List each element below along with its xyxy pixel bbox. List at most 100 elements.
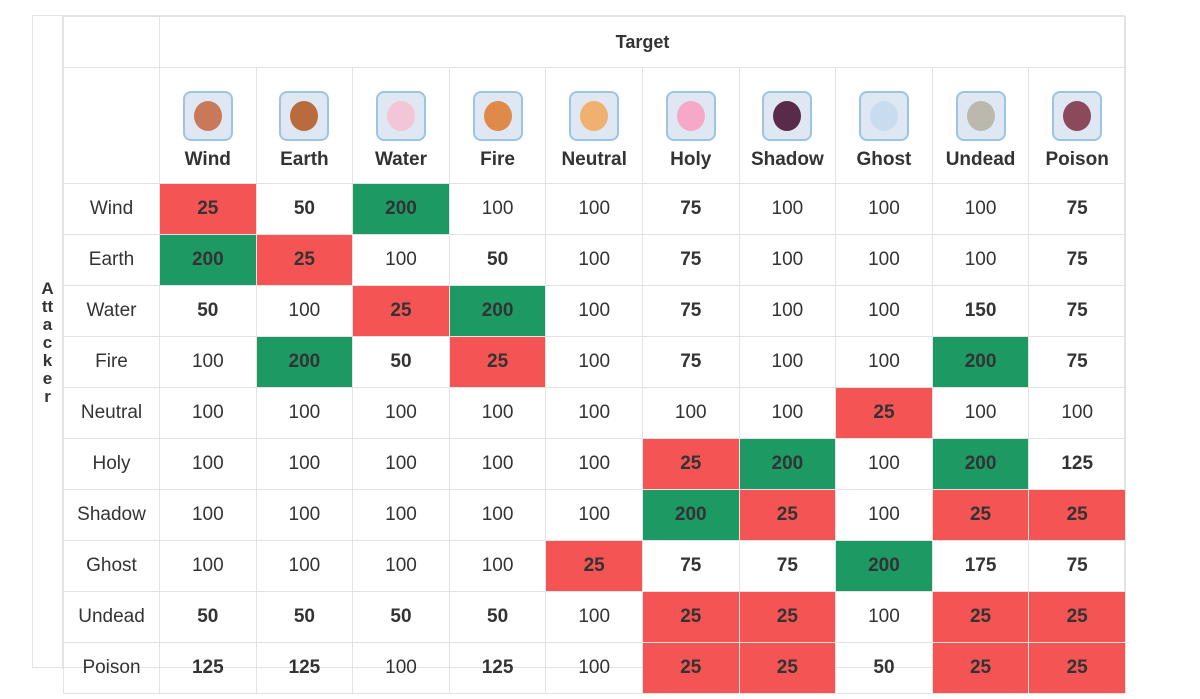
value-cell: 25 bbox=[448, 336, 547, 388]
table-row: Shadow 100 100 100 100 100 200 25 100 25 25 bbox=[63, 489, 1126, 541]
value-cell: 25 bbox=[1028, 489, 1126, 541]
value-cell: 100 bbox=[738, 285, 837, 337]
table-row: Ghost 100 100 100 100 25 75 75 200 175 75 bbox=[63, 540, 1126, 592]
target-axis-label: Target bbox=[159, 16, 1126, 68]
row-header-holy: Holy bbox=[63, 438, 160, 490]
value-cell: 50 bbox=[255, 591, 354, 643]
attacker-axis-label: Attacker bbox=[33, 16, 63, 669]
value-cell: 75 bbox=[641, 234, 740, 286]
value-cell: 125 bbox=[159, 642, 257, 694]
value-cell: 100 bbox=[545, 285, 643, 337]
value-cell: 100 bbox=[448, 438, 547, 490]
value-cell: 100 bbox=[738, 336, 837, 388]
value-cell: 100 bbox=[931, 387, 1030, 439]
value-cell: 25 bbox=[835, 387, 933, 439]
value-cell: 100 bbox=[255, 489, 354, 541]
value-cell: 100 bbox=[738, 387, 837, 439]
value-cell: 25 bbox=[352, 285, 450, 337]
row-header-earth: Earth bbox=[63, 234, 160, 286]
row-header-fire: Fire bbox=[63, 336, 160, 388]
value-cell: 100 bbox=[159, 540, 257, 592]
value-cell: 100 bbox=[545, 336, 643, 388]
value-cell: 100 bbox=[835, 234, 933, 286]
value-cell: 100 bbox=[352, 387, 450, 439]
value-cell: 100 bbox=[835, 336, 933, 388]
value-cell: 100 bbox=[159, 336, 257, 388]
column-label: Ghost bbox=[856, 149, 912, 170]
column-label: Fire bbox=[480, 149, 515, 170]
row-header-ghost: Ghost bbox=[63, 540, 160, 592]
value-cell: 75 bbox=[1028, 234, 1126, 286]
value-cell: 100 bbox=[159, 387, 257, 439]
column-header-ghost: Ghost bbox=[835, 67, 933, 184]
value-cell: 25 bbox=[931, 489, 1030, 541]
value-cell: 125 bbox=[255, 642, 354, 694]
value-cell: 100 bbox=[545, 489, 643, 541]
value-cell: 100 bbox=[159, 438, 257, 490]
value-cell: 100 bbox=[835, 489, 933, 541]
value-cell: 50 bbox=[255, 183, 354, 235]
fire-fox-icon bbox=[472, 91, 523, 141]
value-cell: 75 bbox=[1028, 540, 1126, 592]
value-cell: 100 bbox=[352, 540, 450, 592]
value-cell: 100 bbox=[738, 234, 837, 286]
table-row: Holy 100 100 100 100 100 25 200 100 200 125 bbox=[63, 438, 1126, 490]
column-label: Earth bbox=[280, 149, 329, 170]
value-cell: 25 bbox=[1028, 642, 1126, 694]
value-cell: 25 bbox=[738, 591, 837, 643]
column-header-poison: Poison bbox=[1028, 67, 1126, 184]
value-cell: 25 bbox=[159, 183, 257, 235]
value-cell: 100 bbox=[931, 234, 1030, 286]
column-header-shadow: Shadow bbox=[738, 67, 837, 184]
damage-grid: Target Wind Earth Water Fire Neutral Holy Shad… bbox=[63, 16, 1126, 694]
value-cell: 100 bbox=[255, 540, 354, 592]
earth-dwarf-icon bbox=[279, 91, 330, 141]
value-cell: 75 bbox=[1028, 183, 1126, 235]
table-row: Fire 100 200 50 25 100 75 100 100 200 75 bbox=[63, 336, 1126, 388]
value-cell: 100 bbox=[545, 183, 643, 235]
value-cell: 100 bbox=[835, 183, 933, 235]
value-cell: 100 bbox=[352, 642, 450, 694]
row-header-undead: Undead bbox=[63, 591, 160, 643]
table-row: Earth 200 25 100 50 100 75 100 100 100 75 bbox=[63, 234, 1126, 286]
value-cell: 100 bbox=[448, 387, 547, 439]
value-cell: 100 bbox=[255, 387, 354, 439]
value-cell: 100 bbox=[835, 591, 933, 643]
row-header-shadow: Shadow bbox=[63, 489, 160, 541]
column-label: Neutral bbox=[561, 149, 627, 170]
value-cell: 75 bbox=[641, 183, 740, 235]
value-cell: 50 bbox=[352, 591, 450, 643]
value-cell: 50 bbox=[159, 285, 257, 337]
water-jellyfish-icon bbox=[375, 91, 426, 141]
column-header-undead: Undead bbox=[931, 67, 1030, 184]
column-header-fire: Fire bbox=[448, 67, 547, 184]
neutral-egg-icon bbox=[569, 91, 620, 141]
column-label: Undead bbox=[945, 149, 1016, 170]
row-header-poison: Poison bbox=[63, 642, 160, 694]
value-cell: 200 bbox=[352, 183, 450, 235]
value-cell: 100 bbox=[159, 489, 257, 541]
row-header-wind: Wind bbox=[63, 183, 160, 235]
value-cell: 25 bbox=[931, 642, 1030, 694]
value-cell: 100 bbox=[352, 234, 450, 286]
table-row: Water 50 100 25 200 100 75 100 100 150 75 bbox=[63, 285, 1126, 337]
value-cell: 75 bbox=[1028, 285, 1126, 337]
value-cell: 100 bbox=[545, 438, 643, 490]
value-cell: 200 bbox=[159, 234, 257, 286]
shadow-demon-icon bbox=[762, 91, 813, 141]
value-cell: 25 bbox=[545, 540, 643, 592]
value-cell: 25 bbox=[641, 438, 740, 490]
value-cell: 200 bbox=[448, 285, 547, 337]
value-cell: 100 bbox=[448, 489, 547, 541]
value-cell: 100 bbox=[352, 489, 450, 541]
table-row: Neutral 100 100 100 100 100 100 100 25 100 100 bbox=[63, 387, 1126, 439]
column-label: Shadow bbox=[750, 149, 824, 170]
value-cell: 100 bbox=[448, 540, 547, 592]
value-cell: 175 bbox=[931, 540, 1030, 592]
value-cell: 75 bbox=[1028, 336, 1126, 388]
value-cell: 125 bbox=[448, 642, 547, 694]
column-label: Holy bbox=[670, 149, 712, 170]
value-cell: 50 bbox=[448, 234, 547, 286]
value-cell: 25 bbox=[738, 642, 837, 694]
value-cell: 100 bbox=[931, 183, 1030, 235]
